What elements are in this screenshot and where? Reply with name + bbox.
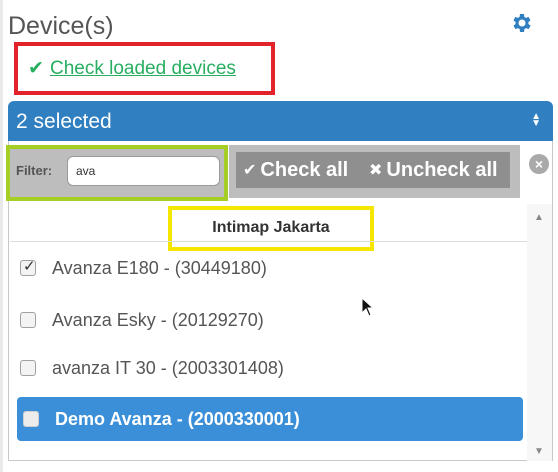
checkbox[interactable] [20,360,36,376]
device-multiselect[interactable]: 2 selected ▲ ▼ [8,101,553,141]
uncheck-all-label: Uncheck all [386,158,498,181]
panel-title: Device(s) [8,12,114,40]
check-all-label: Check all [260,158,349,181]
device-option-label: Demo Avanza - (2000330001) [55,408,300,429]
scroll-down-icon[interactable]: ▼ [534,446,544,457]
sort-caret-icon: ▲ ▼ [531,111,541,129]
close-circle-icon[interactable]: × [529,154,549,174]
device-option-active[interactable]: Demo Avanza - (2000330001) [17,397,523,441]
group-header: Intimap Jakarta [212,219,330,236]
check-icon: ✔ [28,58,44,79]
scroll-up-icon[interactable]: ▲ [534,212,544,223]
check-all-button[interactable]: ✔ Check all [243,152,348,188]
panel-edge [0,0,3,472]
device-option-label: avanza IT 30 - (2003301408) [52,357,284,378]
checkbox[interactable] [20,312,36,328]
close-icon: ✖ [369,162,383,179]
checkbox[interactable] [23,411,39,427]
filter-label: Filter: [16,163,53,178]
mouse-pointer-icon [361,297,375,317]
device-option[interactable]: ✓ Avanza E180 - (30449180) [20,248,525,288]
device-option-label: Avanza Esky - (20129270) [52,309,264,330]
check-icon: ✔ [243,162,257,179]
check-icon: ✓ [23,258,36,275]
list-scrollbar[interactable] [527,204,552,461]
device-panel: Device(s) ✔ Check loaded devices 2 select… [0,0,558,472]
device-option-label: Avanza E180 - (30449180) [52,257,267,278]
checkbox[interactable]: ✓ [20,258,36,276]
group-divider [10,241,528,242]
selected-count: 2 selected [16,110,112,133]
check-loaded-devices-link[interactable]: ✔ Check loaded devices [28,57,236,80]
uncheck-all-button[interactable]: ✖ Uncheck all [369,152,498,188]
filter-input[interactable] [67,156,220,186]
check-loaded-label[interactable]: Check loaded devices [50,58,236,79]
gear-icon[interactable] [510,11,534,35]
device-option[interactable]: avanza IT 30 - (2003301408) [20,348,525,388]
device-option[interactable]: Avanza Esky - (20129270) [20,300,525,340]
